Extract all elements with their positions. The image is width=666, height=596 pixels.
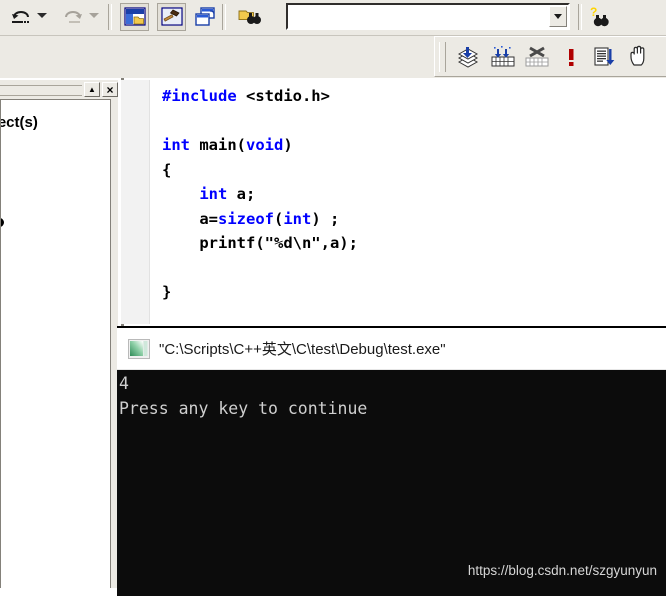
enable-breakpoint-button[interactable] [487, 42, 518, 72]
code-text: ) [283, 136, 293, 154]
console-output-text: 4 Press any key to continue [119, 374, 368, 418]
editor-selection-margin[interactable] [121, 80, 150, 324]
redo-button[interactable] [58, 3, 87, 31]
code-text: a; [227, 185, 256, 203]
undo-dropdown-arrow[interactable] [37, 13, 47, 18]
find-combo[interactable] [286, 3, 570, 30]
console-title-text: "C:\Scripts\C++英文\C\test\Debug\test.exe" [159, 341, 446, 358]
code-keyword: sizeof [218, 209, 274, 228]
insert-remove-breakpoint-button[interactable] [453, 42, 484, 72]
code-keyword: #include [162, 87, 237, 105]
disable-breakpoint-button[interactable] [521, 42, 552, 72]
bottom-left-filler [0, 588, 117, 596]
workspace-title-grip [0, 85, 82, 96]
show-next-statement-button[interactable] [589, 42, 620, 72]
find-combo-dropdown-button[interactable] [549, 6, 567, 27]
redo-icon [64, 11, 82, 23]
code-editor[interactable]: #include <stdio.h> int main(void) { int a… [121, 80, 666, 324]
workspace-restore-button[interactable]: ▲ [84, 82, 100, 97]
find-input[interactable] [290, 7, 540, 28]
console-icon-glyph [130, 340, 148, 356]
code-line: a=sizeof(int) ; [162, 207, 358, 232]
context-help-button[interactable]: ? [586, 3, 615, 31]
chevron-down-icon [554, 14, 562, 19]
code-keyword: int [283, 209, 312, 228]
code-keyword: void [246, 136, 284, 154]
workspace-window-icon [123, 7, 146, 26]
output-window-button[interactable] [190, 3, 219, 31]
context-help-icon: ? [590, 5, 609, 27]
editor-code-text[interactable]: #include <stdio.h> int main(void) { int a… [162, 84, 358, 305]
close-icon: × [106, 82, 114, 97]
build-hammer-icon [160, 7, 183, 26]
main-toolbar: ? [0, 0, 666, 36]
disable-breakpoint-icon [525, 46, 548, 67]
code-line: printf("%d\n",a); [162, 231, 358, 256]
find-in-files-button[interactable] [234, 3, 263, 31]
toolbar-separator-2 [222, 4, 226, 30]
code-line: int main(void) [162, 133, 358, 158]
watermark-text: https://blog.csdn.net/szgyunyun [467, 563, 657, 578]
triangle-up-icon: ▲ [88, 84, 96, 94]
output-window-icon [194, 7, 215, 26]
code-text: main( [190, 136, 246, 154]
console-window[interactable]: "C:\Scripts\C++英文\C\test\Debug\test.exe"… [117, 326, 666, 596]
toolbar-grip[interactable] [439, 42, 446, 72]
insert-remove-breakpoint-icon [457, 47, 478, 68]
toolbar-separator-3 [578, 4, 582, 30]
code-text: ) ; [311, 209, 340, 228]
code-text: } [162, 283, 172, 301]
console-app-icon [128, 338, 150, 359]
code-text: { [162, 160, 172, 179]
undo-button[interactable] [6, 3, 35, 31]
breakpoints-button[interactable] [555, 42, 586, 72]
code-keyword: int [162, 136, 190, 154]
redo-dropdown-arrow[interactable] [89, 13, 99, 18]
workspace-project-count-label: 1 project(s) [1, 114, 38, 131]
show-next-statement-icon [593, 47, 614, 66]
workspace-tree-node-bullet[interactable] [1, 218, 4, 227]
workspace-tree[interactable]: 1 project(s) [0, 99, 118, 596]
breakpoints-exclamation-icon [568, 49, 573, 66]
code-line: { [162, 158, 358, 183]
code-keyword: int [199, 185, 228, 203]
console-titlebar[interactable]: "C:\Scripts\C++英文\C\test\Debug\test.exe" [117, 328, 666, 370]
debug-toolbar [434, 36, 666, 77]
hand-pan-icon [629, 45, 644, 66]
undo-icon [11, 11, 29, 23]
workspace-titlebar: ▲ × [0, 82, 118, 98]
debug-toolbar-row [0, 36, 666, 78]
enable-breakpoint-icon [491, 46, 514, 67]
workspace-window-button[interactable] [120, 3, 149, 31]
workspace-panel: ▲ × 1 project(s) [0, 80, 118, 596]
code-text: a= [162, 209, 218, 228]
build-button[interactable] [157, 3, 186, 31]
code-line: } [162, 280, 358, 305]
code-line: #include <stdio.h> [162, 84, 358, 109]
code-text: printf("%d\n",a); [162, 234, 358, 252]
find-in-files-icon [238, 10, 261, 24]
code-text: ( [274, 209, 284, 228]
hand-pan-button[interactable] [623, 42, 654, 72]
code-text: <stdio.h> [236, 87, 330, 105]
toolbar-separator-1 [108, 4, 112, 30]
console-output-area[interactable]: 4 Press any key to continue https://blog… [117, 370, 666, 596]
workspace-close-button[interactable]: × [102, 82, 118, 97]
code-line: int a; [162, 182, 358, 207]
